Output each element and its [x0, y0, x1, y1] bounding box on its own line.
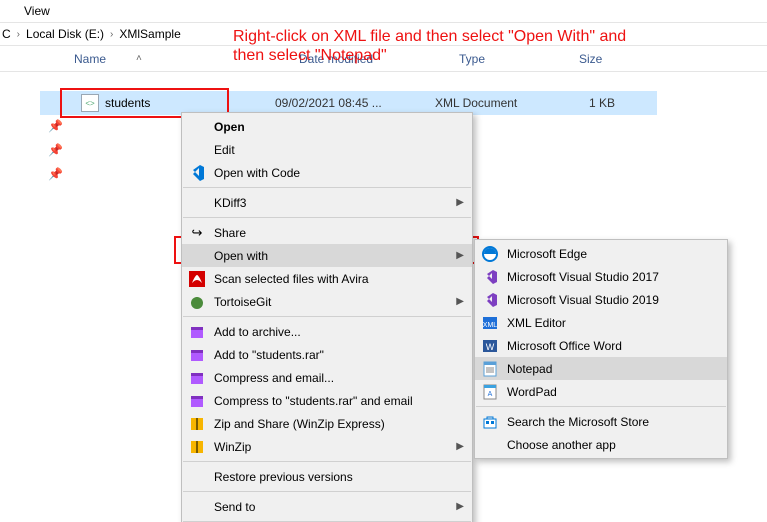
xml-editor-icon: XML [481, 314, 499, 332]
file-size: 1 KB [555, 96, 615, 110]
file-date: 09/02/2021 08:45 ... [275, 96, 435, 110]
menu-restore-versions[interactable]: Restore previous versions [182, 465, 472, 488]
menu-open[interactable]: Open [182, 115, 472, 138]
edge-icon [481, 245, 499, 263]
submenu-choose-another[interactable]: Choose another app [475, 433, 727, 456]
visualstudio-icon [481, 268, 499, 286]
separator [183, 187, 471, 188]
vscode-icon [188, 164, 206, 182]
store-icon [481, 413, 499, 431]
chevron-right-icon: › [17, 29, 20, 40]
chevron-right-icon: ▶ [456, 296, 464, 307]
winrar-icon [188, 392, 206, 410]
separator [183, 461, 471, 462]
context-menu: Open Edit Open with Code KDiff3▶ ↪ Share… [181, 112, 473, 522]
menu-winzip[interactable]: WinZip▶ [182, 435, 472, 458]
menu-add-archive[interactable]: Add to archive... [182, 320, 472, 343]
winrar-icon [188, 346, 206, 364]
menu-open-with-code[interactable]: Open with Code [182, 161, 472, 184]
avira-icon [188, 270, 206, 288]
submenu-vs2017[interactable]: Microsoft Visual Studio 2017 [475, 265, 727, 288]
menu-share[interactable]: ↪ Share [182, 221, 472, 244]
crumb-folder[interactable]: XMlSample [119, 27, 180, 41]
submenu-edge[interactable]: Microsoft Edge [475, 242, 727, 265]
submenu-search-store[interactable]: Search the Microsoft Store [475, 410, 727, 433]
wordpad-icon: A [481, 383, 499, 401]
chevron-right-icon: › [110, 29, 113, 40]
winzip-icon [188, 415, 206, 433]
submenu-notepad[interactable]: Notepad [475, 357, 727, 380]
crumb-drive[interactable]: Local Disk (E:) [26, 27, 104, 41]
tortoisegit-icon [188, 293, 206, 311]
pin-icon: 📌 [48, 143, 63, 157]
menu-add-rar[interactable]: Add to "students.rar" [182, 343, 472, 366]
submenu-xml-editor[interactable]: XML XML Editor [475, 311, 727, 334]
winrar-icon [188, 323, 206, 341]
col-name[interactable]: Name [74, 52, 106, 66]
svg-text:W: W [486, 342, 495, 352]
pin-icon: 📌 [48, 119, 63, 133]
menu-edit[interactable]: Edit [182, 138, 472, 161]
winzip-icon [188, 438, 206, 456]
menu-scan-avira[interactable]: Scan selected files with Avira [182, 267, 472, 290]
annotation-text-2: then select "Notepad" [233, 46, 387, 65]
submenu-wordpad[interactable]: A WordPad [475, 380, 727, 403]
col-size[interactable]: Size [579, 52, 639, 66]
chevron-right-icon: ▶ [456, 250, 464, 261]
pin-icon: 📌 [48, 167, 63, 181]
menu-view[interactable]: View [18, 2, 56, 20]
word-icon: W [481, 337, 499, 355]
chevron-right-icon: ▶ [456, 501, 464, 512]
submenu-vs2019[interactable]: Microsoft Visual Studio 2019 [475, 288, 727, 311]
svg-text:A: A [488, 391, 493, 398]
winrar-icon [188, 369, 206, 387]
separator [476, 406, 726, 407]
sort-asc-icon: ˄ [136, 53, 142, 64]
file-name: students [105, 96, 275, 110]
svg-text:XML: XML [483, 322, 498, 329]
menu-tortoisegit[interactable]: TortoiseGit▶ [182, 290, 472, 313]
crumb-root[interactable]: C [2, 27, 11, 41]
annotation-text-1: Right-click on XML file and then select … [233, 27, 626, 46]
separator [183, 491, 471, 492]
openwith-submenu: Microsoft Edge Microsoft Visual Studio 2… [474, 239, 728, 459]
separator [183, 217, 471, 218]
col-type[interactable]: Type [459, 52, 579, 66]
menu-kdiff3[interactable]: KDiff3▶ [182, 191, 472, 214]
xml-file-icon: <> [81, 94, 99, 112]
chevron-right-icon: ▶ [456, 441, 464, 452]
chevron-right-icon: ▶ [456, 197, 464, 208]
notepad-icon [481, 360, 499, 378]
submenu-word[interactable]: W Microsoft Office Word [475, 334, 727, 357]
share-icon: ↪ [188, 224, 206, 242]
menu-compress-rar-email[interactable]: Compress to "students.rar" and email [182, 389, 472, 412]
menubar: View [0, 0, 767, 23]
file-type: XML Document [435, 96, 555, 110]
file-explorer-window: View C › Local Disk (E:) › XMlSample Nam… [0, 0, 767, 522]
menu-compress-email[interactable]: Compress and email... [182, 366, 472, 389]
visualstudio-icon [481, 291, 499, 309]
menu-open-with[interactable]: Open with▶ [182, 244, 472, 267]
separator [183, 316, 471, 317]
menu-zip-share[interactable]: Zip and Share (WinZip Express) [182, 412, 472, 435]
menu-send-to[interactable]: Send to▶ [182, 495, 472, 518]
